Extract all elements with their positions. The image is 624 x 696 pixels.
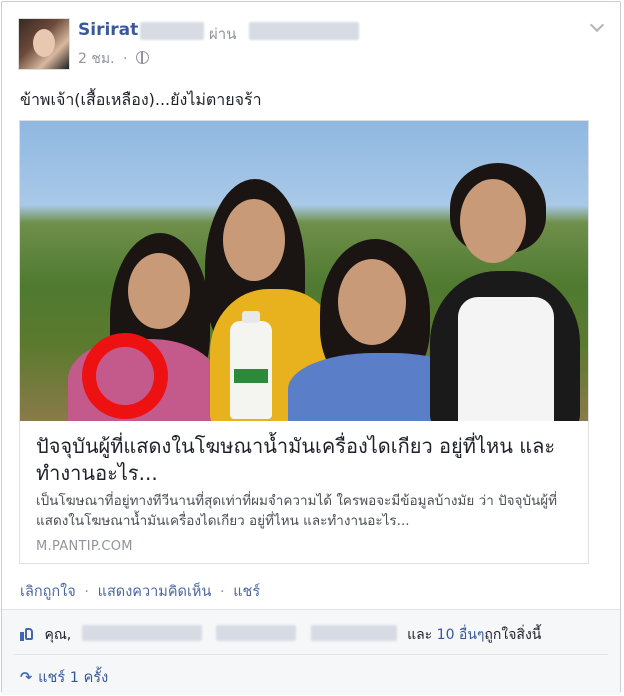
chevron-down-icon[interactable]	[589, 17, 605, 33]
post-card: Sirirat ผ่าน 2 ชม. · ข้าพเจ้า(เสื้อเหลือ…	[1, 1, 621, 695]
post-text: ข้าพเจ้า(เสื้อเหลือง)...ยังไม่ตายจร้า	[20, 90, 262, 109]
avatar[interactable]	[18, 18, 70, 70]
unlike-button[interactable]: เลิกถูกใจ	[20, 584, 76, 600]
globe-icon[interactable]	[135, 51, 149, 64]
link-image[interactable]	[20, 121, 588, 421]
link-description: เป็นโฆษณาที่อยู่ทางทีวีนานที่สุดเท่าที่ผ…	[36, 493, 558, 529]
shares-count[interactable]: แชร์ 1 ครั้ง	[38, 670, 108, 686]
like-icon	[20, 627, 34, 641]
likes-suffix: ถูกใจสิ่งนี้	[484, 627, 542, 643]
action-separator: ·	[219, 584, 225, 600]
author-name[interactable]: Sirirat	[78, 20, 138, 40]
redacted-liker[interactable]	[310, 625, 397, 641]
likes-you: คุณ,	[44, 627, 72, 643]
post-time[interactable]: 2 ชม.	[78, 51, 115, 67]
post-actions: เลิกถูกใจ · แสดงความคิดเห็น · แชร์	[20, 580, 260, 603]
feedback-area: คุณ, และ 10 อื่นๆถูกใจสิ่งนี้ ↷ แชร์ 1 คร…	[2, 609, 620, 695]
redacted-liker[interactable]	[216, 625, 297, 641]
via-label: ผ่าน	[209, 25, 237, 43]
redacted-app	[249, 22, 359, 40]
redacted-liker[interactable]	[81, 625, 202, 641]
shares-summary[interactable]: ↷ แชร์ 1 ครั้ง	[20, 666, 108, 689]
divider	[14, 654, 608, 655]
link-preview[interactable]: ปัจจุบันผู้ที่แสดงในโฆษณาน้ำมันเครื่องได…	[19, 120, 589, 564]
share-button[interactable]: แชร์	[233, 584, 260, 600]
link-domain: M.PANTIP.COM	[36, 539, 133, 554]
gear-graphic	[82, 333, 168, 419]
redacted-name	[140, 22, 204, 40]
post-meta: 2 ชม. ·	[78, 48, 149, 70]
link-title[interactable]: ปัจจุบันผู้ที่แสดงในโฆษณาน้ำมันเครื่องได…	[36, 433, 576, 487]
comment-button[interactable]: แสดงความคิดเห็น	[98, 584, 212, 600]
oil-bottle-graphic	[230, 311, 272, 419]
likes-summary: คุณ, และ 10 อื่นๆถูกใจสิ่งนี้	[20, 624, 541, 646]
share-icon: ↷	[20, 670, 33, 686]
likes-others-link[interactable]: 10 อื่นๆ	[437, 627, 485, 643]
action-separator: ·	[84, 584, 89, 600]
likes-and: และ	[407, 627, 433, 643]
